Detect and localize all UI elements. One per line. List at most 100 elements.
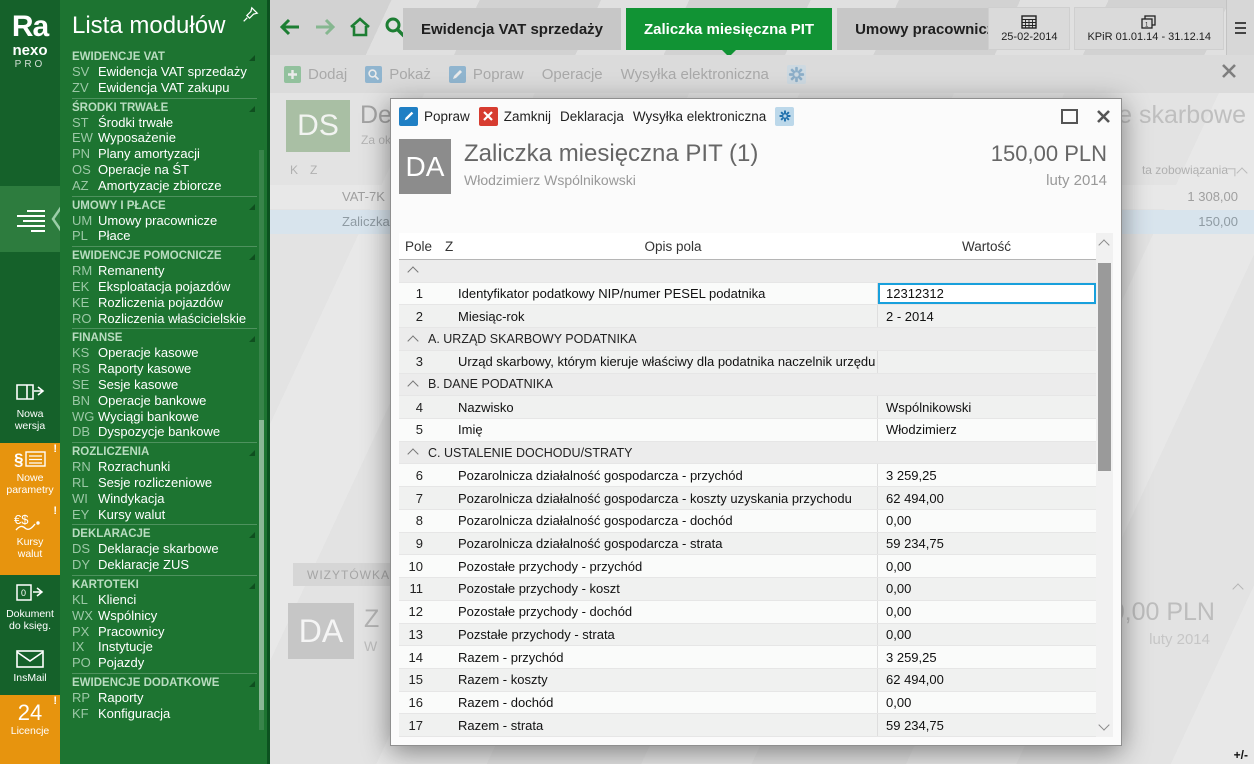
sidebar-module-item[interactable]: KF Konfiguracja: [72, 706, 257, 722]
sidebar-module-item[interactable]: PX Pracownicy: [72, 624, 257, 640]
table-field-row[interactable]: 12 Pozostałe przychody - dochód 0,00: [399, 601, 1096, 624]
sidebar-module-item[interactable]: RP Raporty: [72, 690, 257, 706]
panel-scrollbar-thumb[interactable]: [259, 420, 264, 710]
module-section-header[interactable]: ŚRODKI TRWAŁE: [72, 98, 257, 115]
table-field-row[interactable]: 4 Nazwisko Wspólnikowski: [399, 396, 1096, 419]
field-value-cell[interactable]: 12312312: [877, 283, 1096, 305]
shortcut-dokument-do-ksieg[interactable]: 0 Dokument do księg.: [0, 575, 60, 641]
home-icon[interactable]: [348, 15, 372, 39]
sidebar-module-item[interactable]: DS Deklaracje skarbowe: [72, 541, 257, 557]
field-value-cell[interactable]: 0,00: [877, 692, 1096, 714]
sidebar-module-item[interactable]: RL Sesje rozliczeniowe: [72, 475, 257, 491]
table-field-row[interactable]: 2 Miesiąc-rok 2 - 2014: [399, 305, 1096, 328]
field-value-cell[interactable]: 62 494,00: [877, 669, 1096, 691]
column-header-pole[interactable]: Pole: [399, 239, 445, 254]
table-group-row[interactable]: A. URZĄD SKARBOWY PODATNIKA: [399, 328, 1096, 351]
forward-icon[interactable]: [313, 15, 337, 39]
sidebar-module-item[interactable]: KS Operacje kasowe: [72, 345, 257, 361]
shortcut-insmail[interactable]: InsMail: [0, 643, 60, 693]
shortcut-nowe-parametry[interactable]: ! § Nowe parametry: [0, 443, 60, 505]
field-value-cell[interactable]: 3 259,25: [877, 464, 1096, 486]
table-field-row[interactable]: 7 Pozarolnicza działalność gospodarcza -…: [399, 487, 1096, 510]
field-value-cell[interactable]: 59 234,75: [877, 714, 1096, 736]
table-field-row[interactable]: 8 Pozarolnicza działalność gospodarcza -…: [399, 510, 1096, 533]
field-value-cell[interactable]: 0,00: [877, 578, 1096, 600]
sidebar-module-item[interactable]: RM Remanenty: [72, 263, 257, 279]
sidebar-module-item[interactable]: DB Dyspozycje bankowe: [72, 424, 257, 440]
table-group-row[interactable]: [399, 260, 1096, 283]
group-collapse-icon[interactable]: [407, 448, 418, 459]
tab-zaliczka-miesieczna-pit[interactable]: Zaliczka miesięczna PIT: [626, 8, 832, 50]
module-section-header[interactable]: DEKLARACJE: [72, 524, 257, 541]
table-field-row[interactable]: 16 Razem - dochód 0,00: [399, 692, 1096, 715]
field-value-cell[interactable]: 62 494,00: [877, 487, 1096, 509]
sidebar-module-item[interactable]: KL Klienci: [72, 592, 257, 608]
table-field-row[interactable]: 11 Pozostałe przychody - koszt 0,00: [399, 578, 1096, 601]
field-value-cell[interactable]: [877, 351, 1096, 373]
sidebar-module-item[interactable]: RN Rozrachunki: [72, 459, 257, 475]
dialog-edit-button[interactable]: Popraw: [399, 107, 470, 126]
group-collapse-icon[interactable]: [407, 380, 418, 391]
table-field-row[interactable]: 15 Razem - koszty 62 494,00: [399, 669, 1096, 692]
module-section-header[interactable]: EWIDENCJE VAT: [72, 48, 257, 64]
dialog-declaration-menu[interactable]: Deklaracja: [560, 109, 624, 124]
sidebar-module-item[interactable]: KE Rozliczenia pojazdów: [72, 295, 257, 311]
group-collapse-icon[interactable]: [407, 335, 418, 346]
table-scrollbar[interactable]: [1096, 233, 1113, 737]
sidebar-module-item[interactable]: SE Sesje kasowe: [72, 377, 257, 393]
module-section-header[interactable]: ROZLICZENIA: [72, 442, 257, 459]
maximize-icon[interactable]: [1061, 109, 1078, 124]
table-field-row[interactable]: 13 Pozstałe przychody - strata 0,00: [399, 624, 1096, 647]
tab-ewidencja-vat-sprzedazy[interactable]: Ewidencja VAT sprzedaży: [403, 8, 621, 50]
column-header-opis[interactable]: Opis pola: [469, 239, 877, 254]
current-date-button[interactable]: 25-02-2014: [988, 7, 1070, 50]
period-button[interactable]: 1 KPiR 01.01.14 - 31.12.14: [1074, 7, 1224, 50]
back-icon[interactable]: [278, 15, 302, 39]
shortcut-kursy-walut[interactable]: ! €$ Kursy walut: [0, 505, 60, 575]
module-section-header[interactable]: EWIDENCJE POMOCNICZE: [72, 246, 257, 263]
sidebar-module-item[interactable]: EY Kursy walut: [72, 507, 257, 523]
sidebar-module-item[interactable]: OS Operacje na ŚT: [72, 162, 257, 178]
sidebar-module-item[interactable]: DY Deklaracje ZUS: [72, 557, 257, 573]
sidebar-module-item[interactable]: RS Raporty kasowe: [72, 361, 257, 377]
field-value-cell[interactable]: 2 - 2014: [877, 305, 1096, 327]
sidebar-module-item[interactable]: ST Środki trwałe: [72, 115, 257, 131]
sidebar-module-item[interactable]: UM Umowy pracownicze: [72, 213, 257, 229]
scroll-down-icon[interactable]: [1098, 719, 1109, 730]
table-field-row[interactable]: 14 Razem - przychód 3 259,25: [399, 646, 1096, 669]
scroll-up-icon[interactable]: [1098, 239, 1109, 250]
shortcut-licencje[interactable]: ! 24 Licencje: [0, 695, 60, 764]
module-section-header[interactable]: EWIDENCJE DODATKOWE: [72, 673, 257, 690]
pin-icon[interactable]: [241, 6, 259, 24]
table-field-row[interactable]: 5 Imię Włodzimierz: [399, 419, 1096, 442]
sidebar-module-item[interactable]: PO Pojazdy: [72, 655, 257, 671]
module-section-header[interactable]: UMOWY I PŁACE: [72, 196, 257, 213]
sidebar-module-item[interactable]: IX Instytucje: [72, 639, 257, 655]
sidebar-module-item[interactable]: AZ Amortyzacje zbiorcze: [72, 178, 257, 194]
sidebar-module-item[interactable]: WG Wyciągi bankowe: [72, 409, 257, 425]
group-collapse-icon[interactable]: [407, 267, 418, 278]
table-field-row[interactable]: 3 Urząd skarbowy, którym kieruje właściw…: [399, 351, 1096, 374]
table-field-row[interactable]: 1 Identyfikator podatkowy NIP/numer PESE…: [399, 283, 1096, 306]
field-value-cell[interactable]: Włodzimierz: [877, 419, 1096, 441]
module-section-header[interactable]: KARTOTEKI: [72, 575, 257, 592]
table-field-row[interactable]: 9 Pozarolnicza działalność gospodarcza -…: [399, 533, 1096, 556]
table-field-row[interactable]: 17 Razem - strata 59 234,75: [399, 714, 1096, 737]
field-value-cell[interactable]: 0,00: [877, 624, 1096, 646]
sidebar-module-item[interactable]: RO Rozliczenia właścicielskie: [72, 311, 257, 327]
sidebar-module-item[interactable]: EW Wyposażenie: [72, 130, 257, 146]
field-value-cell[interactable]: 0,00: [877, 555, 1096, 577]
gear-icon[interactable]: [775, 107, 794, 126]
module-section-header[interactable]: FINANSE: [72, 328, 257, 345]
sidebar-module-item[interactable]: ZV Ewidencja VAT zakupu: [72, 80, 257, 96]
field-value-cell[interactable]: 3 259,25: [877, 646, 1096, 668]
sidebar-module-item[interactable]: PL Płace: [72, 228, 257, 244]
table-group-row[interactable]: C. USTALENIE DOCHODU/STRATY: [399, 442, 1096, 465]
sidebar-module-item[interactable]: BN Operacje bankowe: [72, 393, 257, 409]
dialog-close-button[interactable]: Zamknij: [479, 107, 551, 126]
sidebar-module-item[interactable]: SV Ewidencja VAT sprzedaży: [72, 64, 257, 80]
table-field-row[interactable]: 10 Pozostałe przychody - przychód 0,00: [399, 555, 1096, 578]
menu-icon[interactable]: [1226, 0, 1254, 55]
column-header-wartosc[interactable]: Wartość: [877, 239, 1096, 254]
field-value-cell[interactable]: 0,00: [877, 510, 1096, 532]
